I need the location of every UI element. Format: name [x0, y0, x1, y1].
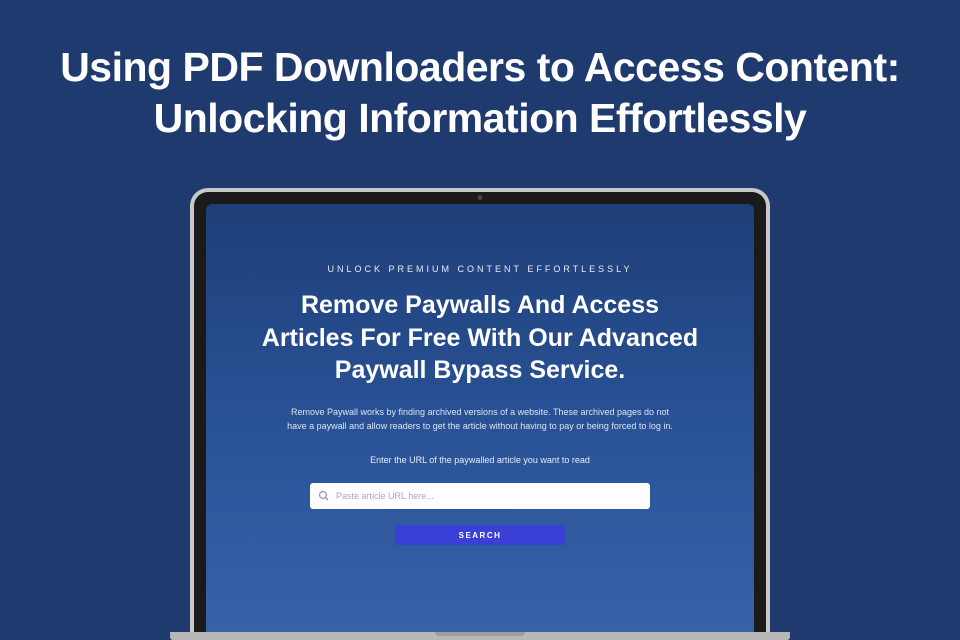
laptop-base	[170, 632, 790, 640]
hero-description: Remove Paywall works by finding archived…	[246, 405, 714, 434]
eyebrow-text: UNLOCK PREMIUM CONTENT EFFORTLESSLY	[246, 264, 714, 274]
screen-content: UNLOCK PREMIUM CONTENT EFFORTLESSLY Remo…	[206, 204, 754, 632]
search-icon	[318, 490, 330, 502]
laptop-mockup: UNLOCK PREMIUM CONTENT EFFORTLESSLY Remo…	[170, 188, 790, 640]
laptop-bezel: UNLOCK PREMIUM CONTENT EFFORTLESSLY Remo…	[194, 192, 766, 632]
search-bar[interactable]	[310, 483, 650, 509]
page-title: Using PDF Downloaders to Access Content:…	[0, 0, 960, 145]
camera-icon	[478, 195, 483, 200]
search-button[interactable]: SEARCH	[395, 525, 565, 545]
instruction-text: Enter the URL of the paywalled article y…	[246, 455, 714, 465]
page-title-line2: Unlocking Information Effortlessly	[154, 95, 807, 141]
laptop-frame: UNLOCK PREMIUM CONTENT EFFORTLESSLY Remo…	[190, 188, 770, 632]
hero-title: Remove Paywalls And Access Articles For …	[246, 289, 714, 387]
url-input[interactable]	[336, 491, 642, 501]
laptop-notch	[435, 632, 525, 636]
page-title-line1: Using PDF Downloaders to Access Content:	[60, 44, 900, 90]
